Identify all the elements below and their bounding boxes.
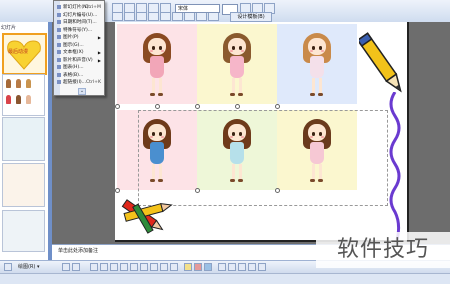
mini-figure <box>16 79 21 88</box>
toolbar-button[interactable] <box>196 12 207 21</box>
selection-frame[interactable] <box>138 110 388 206</box>
menu-item[interactable]: 新幻灯片(N)... Ctrl+M <box>57 4 103 11</box>
slide-thumbnail-2[interactable] <box>2 74 45 116</box>
picture-cell[interactable] <box>277 24 357 104</box>
menu-item-icon <box>57 5 61 9</box>
wavy-line-decoration <box>389 92 401 240</box>
design-button[interactable]: 设计模板(B) <box>230 12 272 22</box>
menu-expand-button[interactable]: ⌄ <box>78 88 86 95</box>
menu-item-icon <box>57 12 61 17</box>
line-style-icon[interactable] <box>218 263 226 271</box>
wordart-icon[interactable] <box>140 263 148 271</box>
thumbnail-caption: 最后动漫 <box>8 49 29 55</box>
toolbar-icon[interactable] <box>4 263 12 271</box>
font-name-select[interactable]: 宋体 <box>175 4 220 13</box>
font-color-icon[interactable] <box>204 263 212 271</box>
menu-item-label: 特殊符号(Y)... <box>63 27 93 33</box>
menu-item-icon <box>57 35 61 39</box>
picture-cell[interactable] <box>197 24 277 104</box>
menu-item-label: 图表(H)... <box>63 65 84 70</box>
3d-icon[interactable] <box>258 263 266 271</box>
selection-handle[interactable] <box>235 104 240 109</box>
arrow-style-icon[interactable] <box>238 263 246 271</box>
line-icon[interactable] <box>90 263 98 271</box>
menu-item-label: 幻灯片编号(U)... <box>63 12 98 18</box>
menu-item-icon <box>57 72 61 77</box>
slide-thumbnail-4[interactable] <box>2 163 45 207</box>
cartoon-girl-image <box>297 29 337 101</box>
menu-item[interactable]: 特殊符号(Y)... <box>57 27 103 34</box>
menu-item-icon <box>57 27 61 32</box>
submenu-arrow-icon: ▶ <box>97 35 101 40</box>
cartoon-girl-image <box>137 29 177 101</box>
draw-menu-button[interactable]: 绘图(R) ▾ <box>18 263 39 270</box>
toolbar-button[interactable] <box>208 12 219 21</box>
toolbar-button[interactable] <box>148 12 159 21</box>
watermark: 软件技巧 <box>316 232 450 268</box>
picture-icon[interactable] <box>170 263 178 271</box>
menu-item[interactable]: 图表(H)... <box>57 64 103 71</box>
diagram-icon[interactable] <box>150 263 158 271</box>
menu-item[interactable]: 幻灯片编号(U)... <box>57 12 103 19</box>
menu-item[interactable]: 文本框(X) ▶ <box>57 49 103 56</box>
menu-item-icon <box>57 20 61 24</box>
menu-item-shortcut: Ctrl+M <box>85 5 101 10</box>
mini-figure <box>6 95 11 104</box>
selection-handle[interactable] <box>195 104 200 109</box>
fill-color-icon[interactable] <box>184 263 192 271</box>
menu-item[interactable]: 表格(B)... <box>57 72 103 79</box>
clipart-icon[interactable] <box>160 263 168 271</box>
mini-figure <box>26 95 31 104</box>
slide-thumbnail-5[interactable] <box>2 210 45 252</box>
status-bar <box>0 273 450 284</box>
menu-item-label: 超链接(I)... <box>63 80 87 85</box>
mini-figure <box>26 79 31 88</box>
toolbar-button[interactable] <box>112 12 123 21</box>
toolbar-button[interactable] <box>160 12 171 21</box>
menu-item-icon <box>57 57 61 62</box>
menu-item[interactable]: 超链接(I)... Ctrl+K <box>57 79 103 86</box>
menu-item-label: 影片和声音(V) <box>63 57 93 63</box>
line-color-icon[interactable] <box>194 263 202 271</box>
shadow-icon[interactable] <box>248 263 256 271</box>
menu-item-icon <box>57 50 61 54</box>
dash-style-icon[interactable] <box>228 263 236 271</box>
menu-item-shortcut: Ctrl+K <box>85 80 101 85</box>
menu-item-label: 表格(B)... <box>63 72 84 78</box>
toolbar-button[interactable] <box>136 12 147 21</box>
rectangle-icon[interactable] <box>110 263 118 271</box>
menu-item-label: 图示(G)... <box>63 42 84 48</box>
pane-title: 幻灯片 <box>1 25 17 31</box>
mini-figure <box>6 79 11 88</box>
insert-menu: 新幻灯片(N)... Ctrl+M 幻灯片编号(U)... 日期和时间(T)... 特殊… <box>53 0 105 96</box>
menu-item-icon <box>57 42 61 47</box>
menu-item-label: 日期和时间(T)... <box>63 20 97 25</box>
select-objects-icon[interactable] <box>62 263 70 271</box>
selection-handle[interactable] <box>155 104 160 109</box>
menu-item[interactable]: 图示(G)... <box>57 42 103 49</box>
autoshapes-icon[interactable] <box>72 263 80 271</box>
arrow-icon[interactable] <box>100 263 108 271</box>
selection-handle[interactable] <box>275 104 280 109</box>
toolbar-button[interactable] <box>124 12 135 21</box>
oval-icon[interactable] <box>120 263 128 271</box>
notes-placeholder: 单击此处添加备注 <box>58 248 99 254</box>
menu-item-icon <box>57 80 61 84</box>
selection-handle[interactable] <box>115 104 120 109</box>
slide-thumbnail-3[interactable] <box>2 117 45 161</box>
mini-figure <box>16 95 21 104</box>
textbox-icon[interactable] <box>130 263 138 271</box>
menu-item-label: 图片(P) <box>63 35 79 40</box>
menu-item[interactable]: 图片(P) ▶ <box>57 34 103 41</box>
selection-handle[interactable] <box>115 188 120 193</box>
menu-item[interactable]: 影片和声音(V) ▶ <box>57 57 103 64</box>
menu-item-label: 文本框(X) <box>63 50 84 55</box>
picture-cell[interactable] <box>117 24 197 104</box>
menu-item[interactable]: 日期和时间(T)... <box>57 19 103 26</box>
cartoon-girl-image <box>217 29 257 101</box>
crayons-clipart <box>121 199 173 234</box>
submenu-arrow-icon: ▶ <box>97 50 101 55</box>
menu-item-icon <box>57 65 61 69</box>
submenu-arrow-icon: ▶ <box>97 57 101 63</box>
